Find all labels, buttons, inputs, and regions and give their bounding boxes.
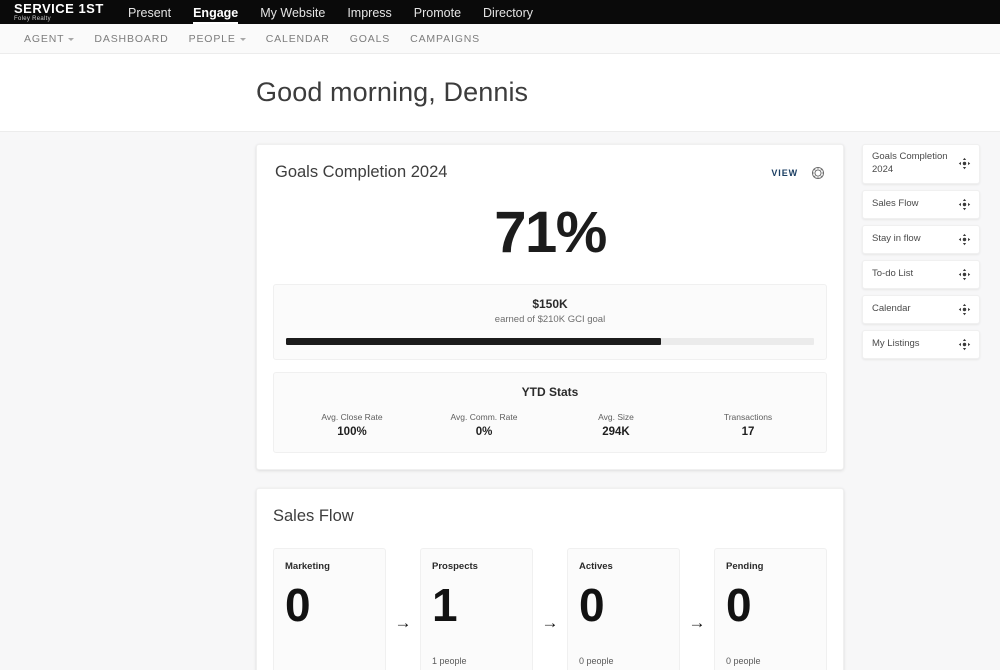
move-handle-icon[interactable] bbox=[958, 303, 971, 316]
greeting-section: Good morning, Dennis bbox=[0, 54, 1000, 132]
widget-item-label: To-do List bbox=[872, 268, 913, 281]
subnav-item-goals[interactable]: GOALS bbox=[350, 33, 390, 45]
chevron-down-icon bbox=[240, 38, 246, 41]
widget-item-label: Calendar bbox=[872, 303, 911, 316]
flow-stage-pending[interactable]: Pending 0 0 people 0 transactions bbox=[714, 548, 827, 670]
ytd-stats-title: YTD Stats bbox=[286, 385, 814, 399]
topnav-item-promote[interactable]: Promote bbox=[414, 7, 461, 25]
ytd-stats-row: Avg. Close Rate 100% Avg. Comm. Rate 0% … bbox=[286, 412, 814, 438]
main-column: Goals Completion 2024 VIEW 71% $150K ear… bbox=[256, 144, 844, 670]
brand-name: SERVICE 1ST bbox=[14, 2, 106, 15]
flow-stage-meta: 1 people 1 transactions bbox=[432, 655, 521, 670]
dashboard-body: Goals Completion 2024 VIEW 71% $150K ear… bbox=[0, 132, 1000, 663]
gci-progress-panel: $150K earned of $210K GCI goal bbox=[273, 284, 827, 360]
flow-stage-marketing[interactable]: Marketing 0 bbox=[273, 548, 386, 670]
widget-item-label: Goals Completion 2024 bbox=[872, 151, 952, 177]
widget-item-goals-completion-2024[interactable]: Goals Completion 2024 bbox=[862, 144, 980, 184]
gci-progress-fill bbox=[286, 338, 661, 345]
flow-stage-people: 0 people bbox=[579, 655, 668, 668]
widget-list-sidebar: Goals Completion 2024 Sales Flow Stay in… bbox=[862, 144, 980, 365]
widget-item-label: Sales Flow bbox=[872, 198, 918, 211]
brand-tagline: Foley Realty bbox=[14, 16, 106, 22]
flow-stage-people: 1 people bbox=[432, 655, 521, 668]
ytd-stat-avg-size: Avg. Size 294K bbox=[550, 412, 682, 438]
widget-item-to-do-list[interactable]: To-do List bbox=[862, 260, 980, 289]
ytd-stat-value: 100% bbox=[286, 426, 418, 438]
ytd-stat-label: Transactions bbox=[682, 412, 814, 422]
ytd-stat-value: 0% bbox=[418, 426, 550, 438]
subnav-item-calendar[interactable]: CALENDAR bbox=[266, 33, 330, 45]
topnav-item-present[interactable]: Present bbox=[128, 7, 171, 25]
ytd-stat-label: Avg. Size bbox=[550, 412, 682, 422]
flow-stage-label: Marketing bbox=[285, 561, 374, 572]
move-handle-icon[interactable] bbox=[958, 268, 971, 281]
ytd-stat-avg-close-rate: Avg. Close Rate 100% bbox=[286, 412, 418, 438]
gear-icon[interactable] bbox=[811, 166, 825, 180]
ytd-stats-panel: YTD Stats Avg. Close Rate 100% Avg. Comm… bbox=[273, 372, 827, 453]
secondary-navigation-bar: AGENT DASHBOARD PEOPLE CALENDAR GOALS CA… bbox=[0, 24, 1000, 54]
move-handle-icon[interactable] bbox=[958, 233, 971, 246]
primary-nav: Present Engage My Website Impress Promot… bbox=[128, 0, 533, 24]
flow-stage-people: 0 people bbox=[726, 655, 815, 668]
widget-item-label: My Listings bbox=[872, 338, 920, 351]
topnav-item-my-website[interactable]: My Website bbox=[260, 7, 325, 25]
flow-arrow-icon: → bbox=[386, 548, 420, 670]
flow-stage-count: 0 bbox=[726, 582, 815, 628]
sales-flow-stages: Marketing 0 → Prospects 1 1 people 1 tra… bbox=[273, 548, 827, 670]
subnav-item-people-label: PEOPLE bbox=[189, 33, 236, 45]
flow-stage-label: Pending bbox=[726, 561, 815, 572]
ytd-stat-avg-comm-rate: Avg. Comm. Rate 0% bbox=[418, 412, 550, 438]
goals-completion-card: Goals Completion 2024 VIEW 71% $150K ear… bbox=[256, 144, 844, 470]
widget-item-my-listings[interactable]: My Listings bbox=[862, 330, 980, 359]
move-handle-icon[interactable] bbox=[958, 198, 971, 211]
flow-stage-prospects[interactable]: Prospects 1 1 people 1 transactions bbox=[420, 548, 533, 670]
page-title: Good morning, Dennis bbox=[256, 77, 528, 108]
flow-stage-meta: 0 people 0 transactions bbox=[726, 655, 815, 670]
subnav-item-dashboard[interactable]: DASHBOARD bbox=[94, 33, 168, 45]
subnav-item-agent[interactable]: AGENT bbox=[24, 33, 74, 45]
flow-stage-actives[interactable]: Actives 0 0 people 0 transactions bbox=[567, 548, 680, 670]
topnav-item-directory[interactable]: Directory bbox=[483, 7, 533, 25]
ytd-stat-transactions: Transactions 17 bbox=[682, 412, 814, 438]
ytd-stat-label: Avg. Comm. Rate bbox=[418, 412, 550, 422]
flow-stage-label: Actives bbox=[579, 561, 668, 572]
top-navigation-bar: SERVICE 1ST Foley Realty Present Engage … bbox=[0, 0, 1000, 24]
goals-card-actions: VIEW bbox=[771, 166, 825, 180]
ytd-stat-value: 17 bbox=[682, 426, 814, 438]
widget-item-stay-in-flow[interactable]: Stay in flow bbox=[862, 225, 980, 254]
flow-arrow-icon: → bbox=[533, 548, 567, 670]
flow-stage-count: 1 bbox=[432, 582, 521, 628]
flow-stage-count: 0 bbox=[285, 582, 374, 628]
sales-flow-title: Sales Flow bbox=[273, 507, 827, 526]
subnav-item-people[interactable]: PEOPLE bbox=[189, 33, 246, 45]
flow-stage-count: 0 bbox=[579, 582, 668, 628]
ytd-stat-label: Avg. Close Rate bbox=[286, 412, 418, 422]
flow-stage-meta: 0 people 0 transactions bbox=[579, 655, 668, 670]
brand-logo[interactable]: SERVICE 1ST Foley Realty bbox=[14, 11, 106, 24]
topnav-item-engage[interactable]: Engage bbox=[193, 7, 238, 25]
earned-subtitle: earned of $210K GCI goal bbox=[286, 314, 814, 325]
goals-card-title: Goals Completion 2024 bbox=[275, 163, 447, 182]
gci-progress-track bbox=[286, 338, 814, 345]
topnav-item-impress[interactable]: Impress bbox=[347, 7, 391, 25]
view-button[interactable]: VIEW bbox=[771, 168, 798, 178]
goals-percent-display: 71% bbox=[273, 204, 827, 262]
goals-card-header: Goals Completion 2024 VIEW bbox=[273, 163, 827, 182]
ytd-stat-value: 294K bbox=[550, 426, 682, 438]
subnav-item-campaigns[interactable]: CAMPAIGNS bbox=[410, 33, 480, 45]
subnav-item-agent-label: AGENT bbox=[24, 33, 64, 45]
earned-amount: $150K bbox=[286, 297, 814, 311]
widget-item-label: Stay in flow bbox=[872, 233, 921, 246]
flow-arrow-icon: → bbox=[680, 548, 714, 670]
chevron-down-icon bbox=[68, 38, 74, 41]
widget-item-calendar[interactable]: Calendar bbox=[862, 295, 980, 324]
move-handle-icon[interactable] bbox=[958, 338, 971, 351]
move-handle-icon[interactable] bbox=[958, 157, 971, 170]
widget-item-sales-flow[interactable]: Sales Flow bbox=[862, 190, 980, 219]
sales-flow-card: Sales Flow Marketing 0 → Prospects 1 1 p… bbox=[256, 488, 844, 670]
flow-stage-label: Prospects bbox=[432, 561, 521, 572]
